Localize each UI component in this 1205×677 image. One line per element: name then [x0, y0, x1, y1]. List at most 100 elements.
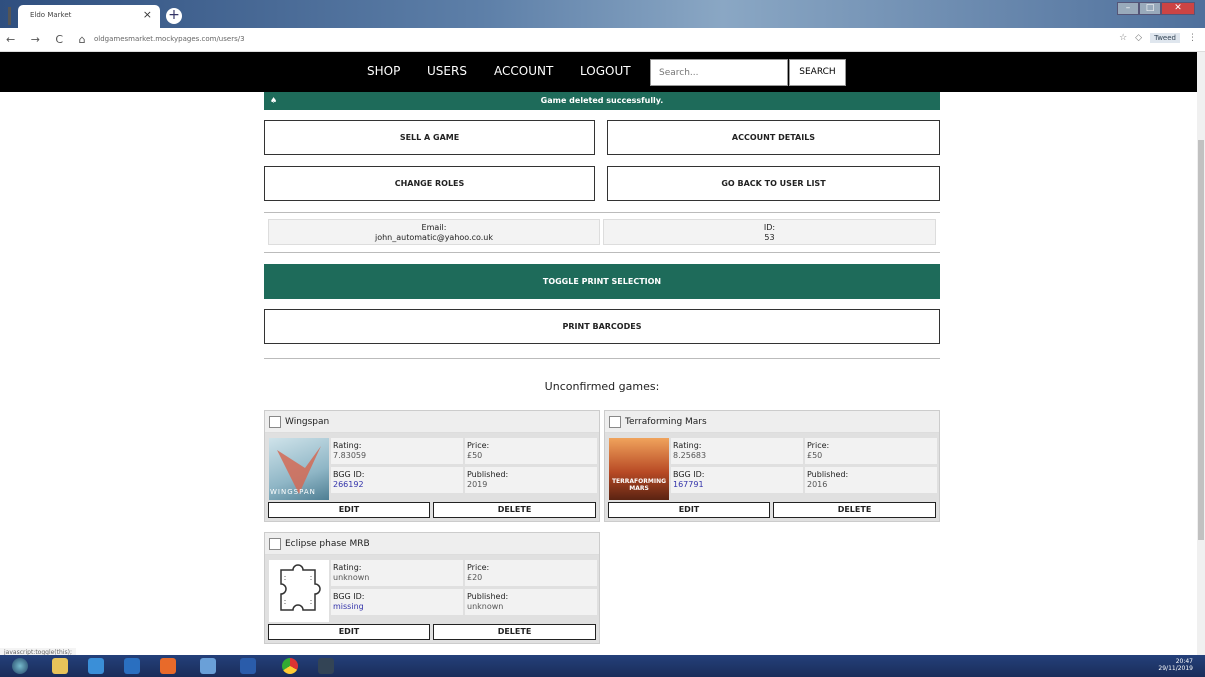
email-value: john_automatic@yahoo.co.uk — [374, 233, 493, 242]
bgg-link[interactable]: 167791 — [673, 480, 801, 490]
close-window-button[interactable]: ✕ — [1161, 2, 1195, 15]
window-controls: – □ ✕ — [1117, 2, 1195, 15]
chrome-icon[interactable] — [282, 658, 298, 674]
price-label: Price: — [467, 441, 490, 450]
id-value: 53 — [764, 233, 775, 242]
menu-icon[interactable]: ⋮ — [1188, 33, 1197, 43]
price-field: Price: £20 — [465, 560, 597, 586]
toggle-print-selection-button[interactable]: TOGGLE PRINT SELECTION — [264, 264, 940, 299]
start-button-icon[interactable] — [12, 658, 28, 674]
word-icon[interactable] — [240, 658, 256, 674]
ie-icon[interactable] — [88, 658, 104, 674]
price-value: £50 — [807, 451, 823, 460]
cover-text: TERRAFORMING MARS — [611, 478, 667, 492]
game-card: Eclipse phase MRB Rating: unknown Price: £… — [264, 532, 600, 644]
print-barcodes-button[interactable]: PRINT BARCODES — [264, 309, 940, 344]
game-name: Terraforming Mars — [625, 417, 707, 427]
select-checkbox[interactable] — [269, 416, 281, 428]
maximize-button[interactable]: □ — [1139, 2, 1161, 15]
url-field[interactable]: oldgamesmarket.mockypages.com/users/3 — [94, 35, 245, 43]
browser-toolbar: ☆ ◇ Tweed ⋮ — [1119, 33, 1197, 43]
nav-users[interactable]: USERS — [427, 64, 467, 78]
clock-date: 29/11/2019 — [1158, 665, 1193, 672]
delete-button[interactable]: DELETE — [773, 502, 936, 518]
unconfirmed-heading: Unconfirmed games: — [544, 380, 660, 393]
published-value: unknown — [467, 602, 504, 611]
nav-shop[interactable]: SHOP — [367, 64, 400, 78]
delete-button[interactable]: DELETE — [433, 502, 596, 518]
flash-text: Game deleted successfully. — [540, 96, 664, 105]
search-button[interactable]: SEARCH — [789, 59, 846, 86]
nav-logout[interactable]: LOGOUT — [580, 64, 631, 78]
account-details-button[interactable]: ACCOUNT DETAILS — [607, 120, 940, 155]
browser-tab[interactable]: Eldo Market × — [18, 5, 160, 28]
game-card: Wingspan WINGSPAN Rating: 7.83059 Price: £… — [264, 410, 600, 522]
rating-value: 8.25683 — [673, 451, 707, 460]
price-value: £20 — [467, 573, 483, 582]
rating-field: Rating: unknown — [331, 560, 463, 586]
card-header: Eclipse phase MRB — [265, 533, 599, 555]
card-header: Terraforming Mars — [605, 411, 939, 433]
published-field: Published: unknown — [465, 589, 597, 615]
back-to-user-list-button[interactable]: GO BACK TO USER LIST — [607, 166, 940, 201]
published-field: Published: 2016 — [805, 467, 937, 493]
published-value: 2016 — [807, 480, 828, 489]
edit-button[interactable]: EDIT — [268, 624, 430, 640]
folder-icon[interactable] — [52, 658, 68, 674]
site-navbar: SHOP USERS ACCOUNT LOGOUT SEARCH — [0, 52, 1197, 92]
price-label: Price: — [807, 441, 830, 450]
bgg-label: BGG ID: — [333, 592, 365, 601]
game-cover-image — [269, 560, 329, 622]
minimize-button[interactable]: – — [1117, 2, 1139, 15]
edit-button[interactable]: EDIT — [268, 502, 430, 518]
flash-message: ♠ Game deleted successfully. — [264, 92, 940, 110]
select-checkbox[interactable] — [609, 416, 621, 428]
bgg-field: BGG ID: 266192 — [331, 467, 463, 493]
media-icon[interactable] — [124, 658, 140, 674]
bgg-label: BGG ID: — [333, 470, 365, 479]
email-box: Email: john_automatic@yahoo.co.uk — [268, 219, 600, 245]
bgg-link[interactable]: 266192 — [333, 480, 461, 490]
browser-tab-bar: Eldo Market × + – □ ✕ — [0, 0, 1205, 28]
price-label: Price: — [467, 563, 490, 572]
cover-text: WINGSPAN — [270, 488, 316, 496]
published-label: Published: — [467, 592, 509, 601]
tab-title: Eldo Market — [30, 11, 72, 19]
scrollbar-thumb[interactable] — [1198, 140, 1204, 540]
star-icon[interactable]: ☆ — [1119, 33, 1127, 43]
favicon — [8, 7, 11, 25]
bgg-field: BGG ID: missing — [331, 589, 463, 615]
nav-arrows[interactable]: ← → C ⌂ — [6, 33, 92, 46]
nav-account[interactable]: ACCOUNT — [494, 64, 553, 78]
steam-icon[interactable] — [318, 658, 334, 674]
game-name: Eclipse phase MRB — [285, 539, 370, 549]
tab-close-icon[interactable]: × — [143, 8, 152, 21]
edit-button[interactable]: EDIT — [608, 502, 770, 518]
rating-field: Rating: 8.25683 — [671, 438, 803, 464]
game-cover-image: TERRAFORMING MARS — [609, 438, 669, 500]
taskbar: 20:47 29/11/2019 — [0, 655, 1205, 677]
extension-icon[interactable]: ◇ — [1135, 33, 1142, 43]
firefox-icon[interactable] — [160, 658, 176, 674]
search-input[interactable] — [650, 59, 788, 86]
divider — [264, 212, 940, 213]
select-checkbox[interactable] — [269, 538, 281, 550]
sell-game-button[interactable]: SELL A GAME — [264, 120, 595, 155]
published-value: 2019 — [467, 480, 488, 489]
new-tab-button[interactable]: + — [166, 8, 182, 24]
bgg-label: BGG ID: — [673, 470, 705, 479]
app-icon[interactable] — [200, 658, 216, 674]
id-label: ID: — [763, 223, 776, 232]
divider — [264, 358, 940, 359]
game-card: Terraforming Mars TERRAFORMING MARS Rati… — [604, 410, 940, 522]
card-header: Wingspan — [265, 411, 599, 433]
flash-icon: ♠ — [270, 96, 278, 105]
rating-label: Rating: — [673, 441, 702, 450]
rating-value: unknown — [333, 573, 370, 582]
profile-button[interactable]: Tweed — [1150, 33, 1180, 43]
change-roles-button[interactable]: CHANGE ROLES — [264, 166, 595, 201]
delete-button[interactable]: DELETE — [433, 624, 596, 640]
rating-label: Rating: — [333, 441, 362, 450]
bgg-link[interactable]: missing — [333, 602, 461, 612]
rating-value: 7.83059 — [333, 451, 367, 460]
